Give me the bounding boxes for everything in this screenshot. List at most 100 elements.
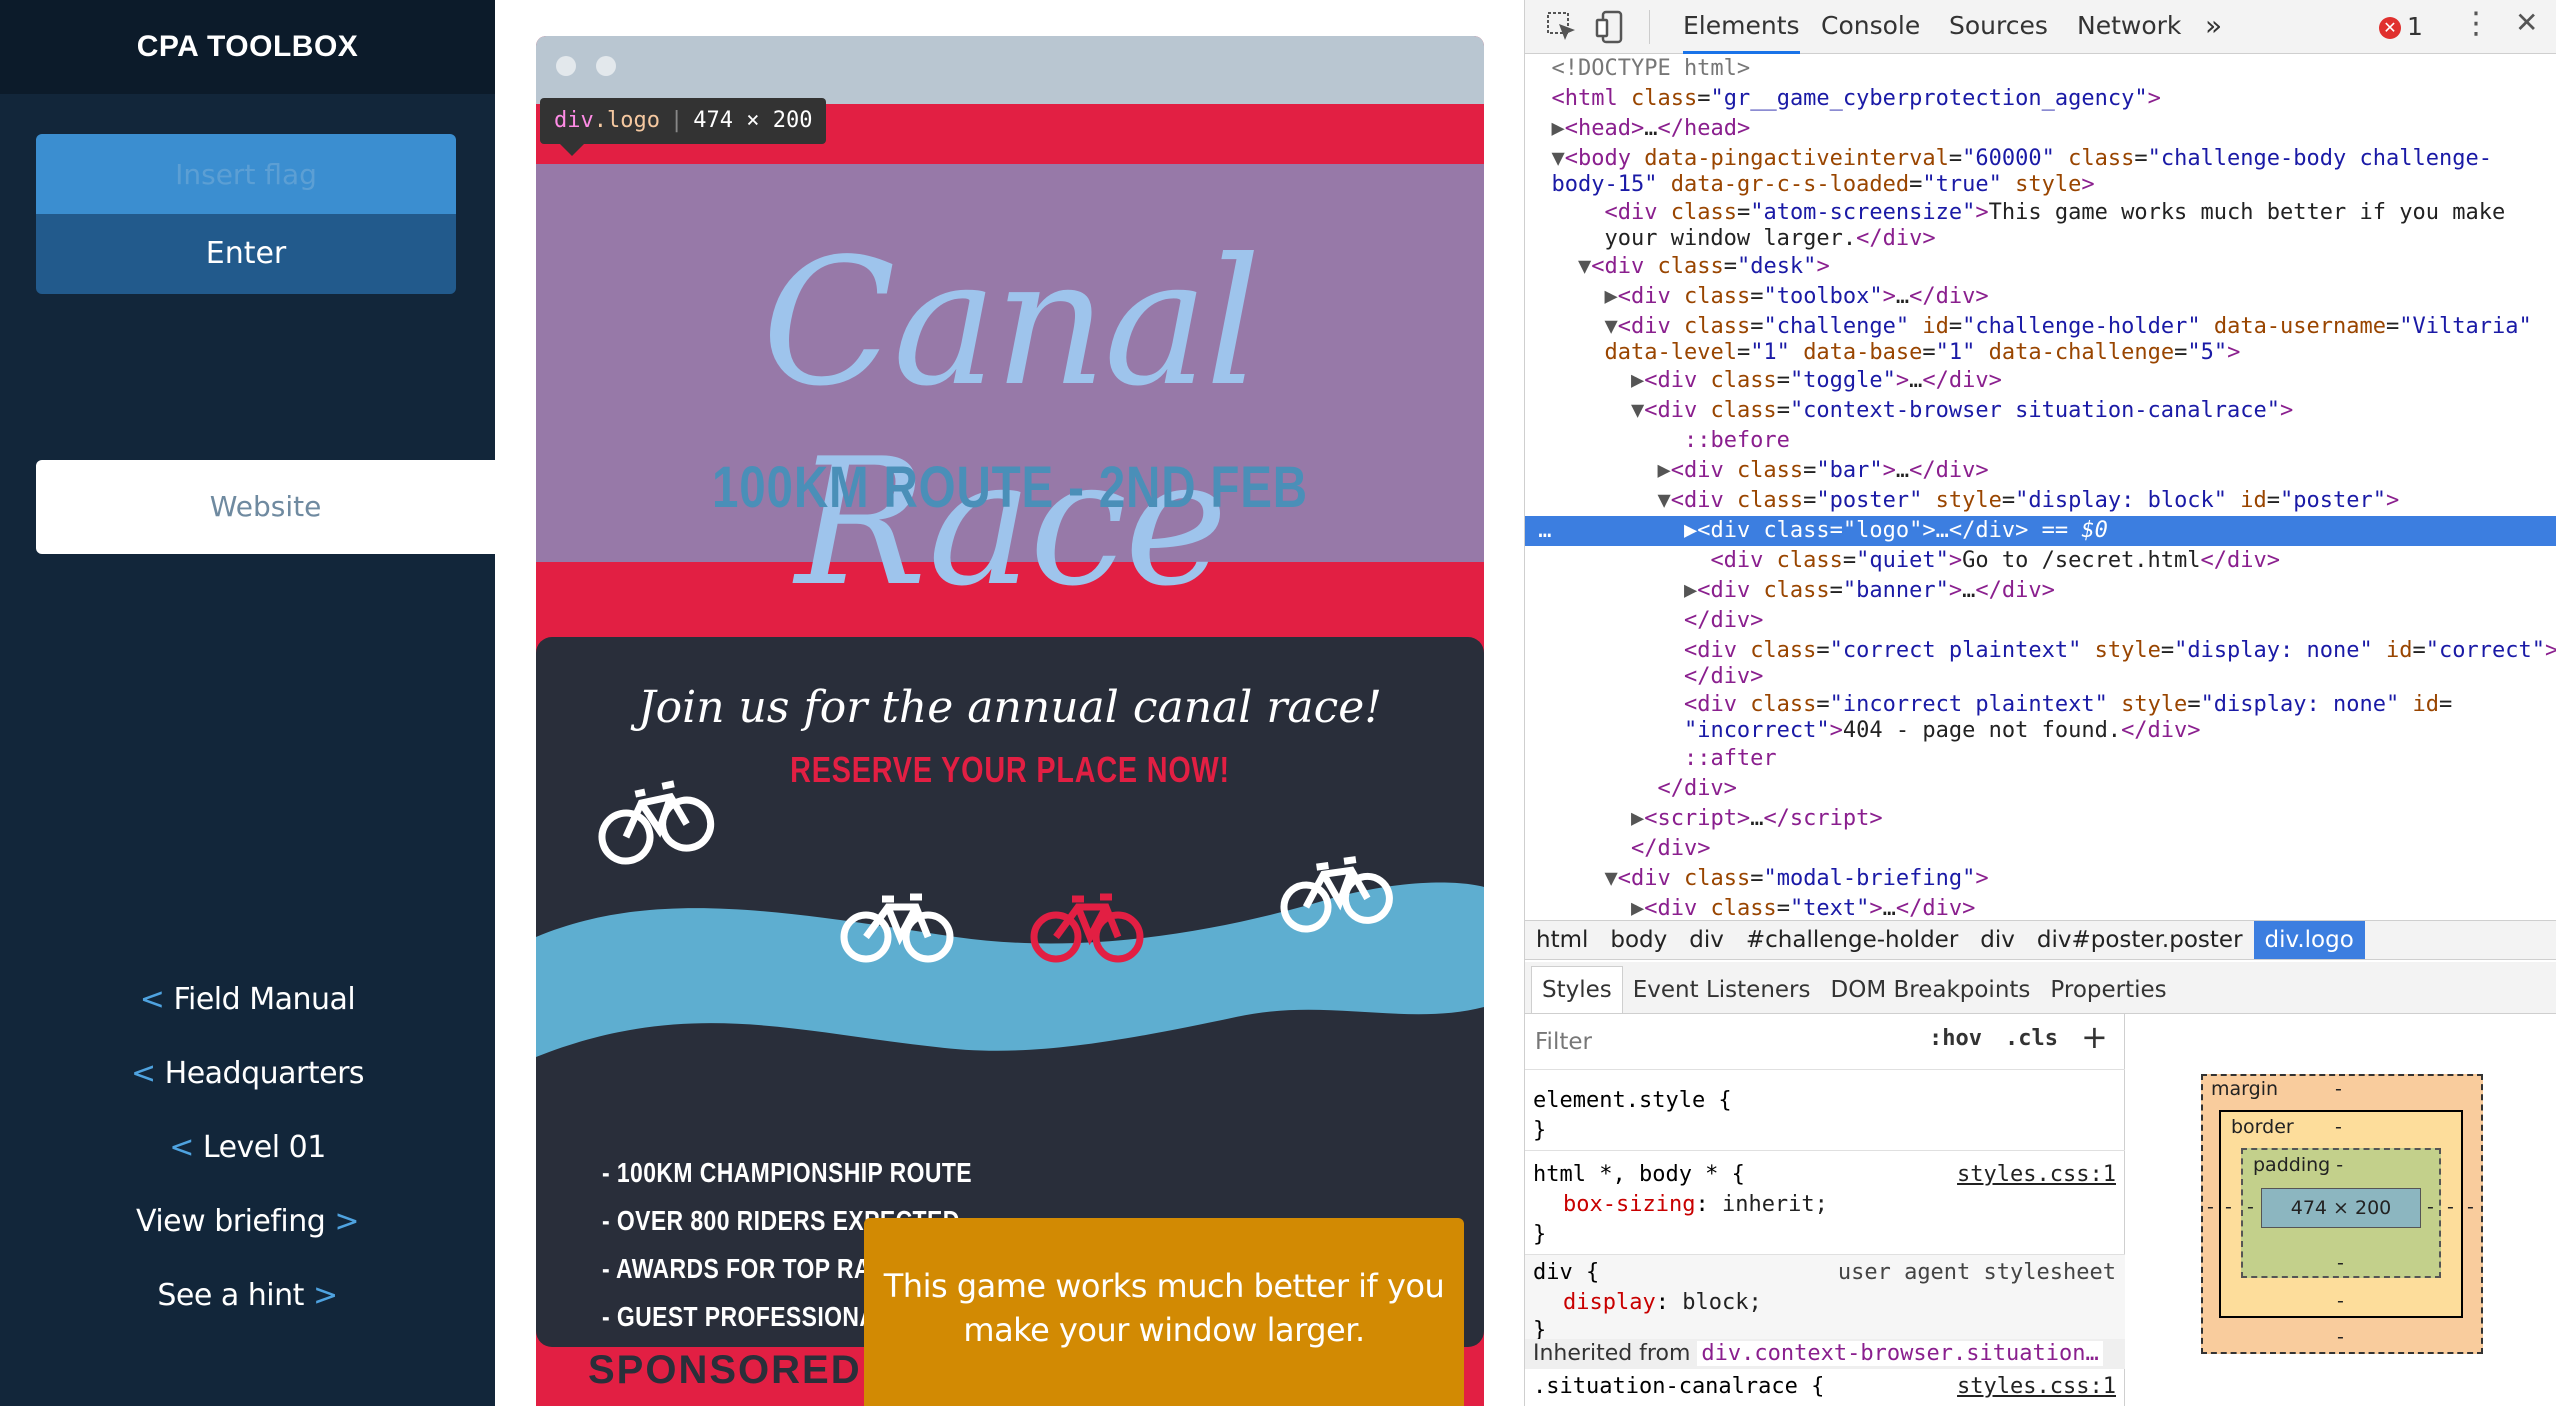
list-item: - 100KM CHAMPIONSHIP ROUTE: [602, 1157, 972, 1188]
rule-selector[interactable]: html *, body * {: [1533, 1160, 1745, 1190]
devtools-panel: Elements Console Sources Network » ✕ 1 ⋮ …: [1524, 0, 2556, 1406]
dom-line[interactable]: ▶<script>…</script>: [1525, 804, 2556, 834]
dom-line[interactable]: </div>: [1525, 606, 2556, 636]
link-label: View briefing: [135, 1204, 326, 1239]
window-size-warning: This game works much better if you make …: [864, 1218, 1464, 1406]
inherited-link[interactable]: div.context-browser.situation…: [1697, 1341, 2103, 1366]
box-model-diagram: 474 × 200 margin - border - padding - - …: [2125, 1014, 2556, 1406]
close-icon[interactable]: ✕: [2515, 6, 2538, 39]
hov-toggle[interactable]: :hov: [1929, 1026, 1982, 1051]
dom-line[interactable]: your window larger.</div>: [1525, 224, 2556, 254]
toolbox-title: CPA TOOLBOX: [0, 0, 495, 94]
headquarters-link[interactable]: < Headquarters: [0, 1056, 495, 1091]
dom-line[interactable]: ▶<div class="toggle">…</div>: [1525, 366, 2556, 396]
dom-line[interactable]: ::after: [1525, 744, 2556, 774]
toolbox-sidebar: CPA TOOLBOX Enter Website < Field Manual…: [0, 0, 495, 1406]
warning-line: This game works much better if you: [883, 1267, 1445, 1305]
chevron-right-icon: >: [303, 1278, 338, 1313]
ua-stylesheet-label: user agent stylesheet: [1837, 1260, 2116, 1285]
dom-line[interactable]: ▶<div class="toolbox">…</div>: [1525, 282, 2556, 312]
cls-toggle[interactable]: .cls: [2005, 1026, 2058, 1051]
dom-line[interactable]: "incorrect">404 - page not found.</div>: [1525, 716, 2556, 746]
tab-properties[interactable]: Properties: [2040, 964, 2176, 1016]
dom-line[interactable]: <!DOCTYPE html>: [1525, 54, 2556, 84]
flag-input[interactable]: [36, 134, 456, 214]
field-manual-link[interactable]: < Field Manual: [0, 982, 495, 1017]
devtools-toolbar: Elements Console Sources Network » ✕ 1 ⋮ …: [1525, 0, 2556, 54]
link-label: Field Manual: [173, 982, 356, 1017]
poster-logo: Canal Race 100KM ROUTE - 2ND FEB: [536, 164, 1484, 624]
tab-dom-breakpoints[interactable]: DOM Breakpoints: [1821, 964, 2041, 1016]
rule-selector[interactable]: div {: [1533, 1258, 1599, 1288]
tab-console[interactable]: Console: [1821, 0, 1920, 54]
tab-styles[interactable]: Styles: [1531, 966, 1623, 1013]
error-counter[interactable]: ✕ 1: [2379, 12, 2423, 41]
dom-line[interactable]: </div>: [1525, 662, 2556, 692]
canal-wave: [536, 882, 1484, 1057]
level-link[interactable]: < Level 01: [0, 1130, 495, 1165]
crumb-body[interactable]: body: [1599, 921, 1678, 959]
enter-button[interactable]: Enter: [36, 214, 456, 294]
chevron-left-icon: <: [169, 1130, 203, 1165]
dom-line[interactable]: ▼<div class="context-browser situation-c…: [1525, 396, 2556, 426]
dom-line[interactable]: ▼<div class="modal-briefing">: [1525, 864, 2556, 894]
tab-sources[interactable]: Sources: [1949, 0, 2048, 54]
tab-event-listeners[interactable]: Event Listeners: [1623, 964, 1821, 1016]
breadcrumb: html body div #challenge-holder div div#poste…: [1525, 920, 2556, 960]
chevron-right-icon: >: [325, 1204, 360, 1239]
tooltip-size: 474 × 200: [693, 108, 813, 133]
dom-line[interactable]: </div>: [1525, 774, 2556, 804]
window-dot-icon: [596, 56, 616, 76]
bicycle-icon: [598, 780, 715, 865]
dom-tree[interactable]: <!DOCTYPE html> <html class="gr__game_cy…: [1525, 54, 2556, 920]
dom-line[interactable]: ▶<head>…</head>: [1525, 114, 2556, 144]
rule-selector[interactable]: .situation-canalrace {: [1533, 1372, 1824, 1402]
poster-title: Canal Race: [761, 222, 1261, 625]
dom-line[interactable]: ▼<div class="poster" style="display: blo…: [1525, 486, 2556, 516]
dom-line[interactable]: </div>: [1525, 834, 2556, 864]
crumb-div[interactable]: div: [1969, 921, 2026, 959]
dom-line[interactable]: body-15" data-gr-c-s-loaded="true" style…: [1525, 170, 2556, 200]
dom-line[interactable]: <div class="quiet">Go to /secret.html</d…: [1525, 546, 2556, 576]
tab-network[interactable]: Network: [2077, 0, 2181, 54]
inspect-element-icon[interactable]: [1545, 10, 1579, 44]
dom-line[interactable]: ::before: [1525, 426, 2556, 456]
styles-filter-input[interactable]: [1533, 1024, 1913, 1060]
more-options-icon[interactable]: ⋮: [2461, 6, 2491, 41]
window-dot-icon: [556, 56, 576, 76]
margin-label: margin: [2211, 1078, 2279, 1100]
tab-elements[interactable]: Elements: [1683, 0, 1800, 54]
rule-close: }: [1533, 1118, 1547, 1143]
filter-row: :hov .cls +: [1525, 1014, 2125, 1070]
source-link[interactable]: styles.css:1: [1957, 1372, 2116, 1402]
dom-line[interactable]: ▶<div class="bar">…</div>: [1525, 456, 2556, 486]
view-briefing-link[interactable]: View briefing >: [0, 1204, 495, 1239]
more-tabs-icon[interactable]: »: [2205, 0, 2222, 54]
dom-line-selected[interactable]: … ▶<div class="logo">…</div> == $0: [1525, 516, 2556, 546]
dom-line[interactable]: ▶<div class="banner">…</div>: [1525, 576, 2556, 606]
add-rule-icon[interactable]: +: [2081, 1018, 2108, 1056]
website-tab[interactable]: Website: [36, 460, 495, 554]
dom-line[interactable]: <html class="gr__game_cyberprotection_ag…: [1525, 84, 2556, 114]
box-model-content[interactable]: 474 × 200: [2261, 1188, 2421, 1228]
device-toolbar-icon[interactable]: [1595, 10, 1629, 44]
dom-line[interactable]: ▶<div class="text">…</div>: [1525, 894, 2556, 920]
source-link[interactable]: styles.css:1: [1957, 1160, 2116, 1190]
link-label: See a hint: [157, 1278, 304, 1313]
chevron-left-icon: <: [130, 1056, 165, 1091]
crumb-html[interactable]: html: [1525, 921, 1599, 959]
crumb-poster[interactable]: div#poster.poster: [2026, 921, 2254, 959]
inherited-from-row: Inherited from div.context-browser.situa…: [1525, 1339, 2125, 1369]
dom-line[interactable]: data-level="1" data-base="1" data-challe…: [1525, 338, 2556, 368]
crumb-div[interactable]: div: [1678, 921, 1735, 959]
crumb-logo[interactable]: div.logo: [2253, 921, 2365, 959]
crumb-challenge-holder[interactable]: #challenge-holder: [1735, 921, 1969, 959]
css-declaration[interactable]: box-sizing: inherit;: [1563, 1190, 1828, 1220]
error-count: 1: [2407, 12, 2423, 41]
rule-selector[interactable]: element.style {: [1533, 1086, 1732, 1116]
css-declaration[interactable]: display: block;: [1563, 1288, 1762, 1318]
see-hint-link[interactable]: See a hint >: [0, 1278, 495, 1313]
link-label: Headquarters: [164, 1056, 365, 1091]
dom-line[interactable]: ▼<div class="desk">: [1525, 252, 2556, 282]
styles-tabbar: Styles Event Listeners DOM Breakpoints Prop…: [1525, 962, 2556, 1014]
